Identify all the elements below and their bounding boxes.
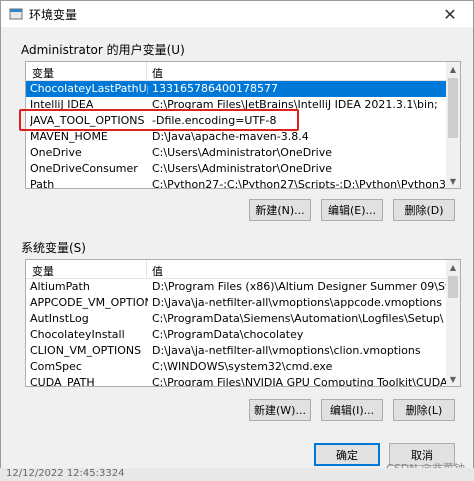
- system-variables-label: 系统变量(S): [21, 241, 86, 255]
- variable-name: APPCODE_VM_OPTIONS: [30, 296, 148, 309]
- variable-value: C:\Program Files\NVIDIA GPU Computing To…: [152, 376, 446, 387]
- table-row[interactable]: MAVEN_HOME D:\Java\apache-maven-3.8.4: [26, 129, 446, 145]
- list-header: 变量 值: [26, 62, 460, 81]
- scrollbar-thumb[interactable]: [448, 276, 458, 298]
- table-row[interactable]: ComSpec C:\WINDOWS\system32\cmd.exe: [26, 359, 446, 375]
- variable-value: C:\Users\Administrator\OneDrive: [152, 146, 333, 159]
- background-strip-text: 12/12/2022 12:45:3324: [6, 468, 125, 479]
- user-variables-label: Administrator 的用户变量(U): [21, 43, 185, 57]
- close-button[interactable]: ✕: [427, 1, 473, 27]
- table-row[interactable]: Path C:\Python27-;C:\Python27\Scripts-;D:…: [26, 177, 446, 189]
- table-row[interactable]: AutInstLog C:\ProgramData\Siemens\Automat…: [26, 311, 446, 327]
- vertical-scrollbar[interactable]: ▲ ▼: [446, 260, 460, 386]
- variable-name: CLION_VM_OPTIONS: [30, 344, 142, 357]
- table-row[interactable]: OneDrive C:\Users\Administrator\OneDrive: [26, 145, 446, 161]
- scrollbar-thumb[interactable]: [448, 78, 458, 138]
- list-header: 变量 值: [26, 260, 460, 279]
- variable-name: Path: [30, 178, 55, 189]
- table-row[interactable]: APPCODE_VM_OPTIONS D:\Java\ja-netfilter-a…: [26, 295, 446, 311]
- variable-value: C:\Python27-;C:\Python27\Scripts-;D:\Pyt…: [152, 178, 446, 189]
- variable-value: C:\WINDOWS\system32\cmd.exe: [152, 360, 333, 373]
- system-new-button[interactable]: 新建(W)...: [249, 399, 311, 421]
- variable-name: ComSpec: [30, 360, 82, 373]
- variable-name: AltiumPath: [30, 280, 90, 293]
- variable-name: MAVEN_HOME: [30, 130, 108, 143]
- scroll-down-icon[interactable]: ▼: [446, 372, 460, 386]
- variable-value: 133165786400178577: [152, 82, 278, 95]
- table-row[interactable]: CUDA_PATH C:\Program Files\NVIDIA GPU Com…: [26, 375, 446, 387]
- variable-name: OneDrive: [30, 146, 82, 159]
- window-icon: [9, 7, 23, 21]
- scroll-up-icon[interactable]: ▲: [446, 260, 460, 274]
- variable-value: D:\Program Files (x86)\Altium Designer S…: [152, 280, 446, 293]
- table-row[interactable]: CLION_VM_OPTIONS D:\Java\ja-netfilter-all…: [26, 343, 446, 359]
- environment-variables-dialog: 环境变量 ✕ Administrator 的用户变量(U) 变量 值 Choco…: [0, 0, 474, 481]
- user-edit-button[interactable]: 编辑(E)...: [321, 199, 383, 221]
- variable-value: C:\Users\Administrator\OneDrive: [152, 162, 333, 175]
- system-edit-button[interactable]: 编辑(I)...: [321, 399, 383, 421]
- window-title: 环境变量: [29, 8, 78, 22]
- annotation-highlight-box: [19, 109, 299, 131]
- column-header-value[interactable]: 值: [152, 263, 163, 279]
- ok-button[interactable]: 确定: [314, 443, 380, 466]
- background-window-strip: 12/12/2022 12:45:3324: [0, 468, 474, 481]
- header-separator: [146, 62, 147, 80]
- variable-name: CUDA_PATH: [30, 376, 95, 387]
- table-row[interactable]: OneDriveConsumer C:\Users\Administrator\O…: [26, 161, 446, 177]
- user-rows: ChocolateyLastPathUpdate 1331657864001785…: [26, 81, 446, 189]
- user-delete-button[interactable]: 删除(D): [393, 199, 455, 221]
- system-variables-list[interactable]: 变量 值 AltiumPath D:\Program Files (x86)\Al…: [25, 259, 461, 387]
- table-row[interactable]: AltiumPath D:\Program Files (x86)\Altium …: [26, 279, 446, 295]
- variable-name: ChocolateyInstall: [30, 328, 125, 341]
- column-header-name[interactable]: 变量: [32, 263, 54, 279]
- scroll-down-icon[interactable]: ▼: [446, 174, 460, 188]
- column-header-name[interactable]: 变量: [32, 65, 54, 81]
- variable-name: AutInstLog: [30, 312, 89, 325]
- variable-value: D:\Java\ja-netfilter-all\vmoptions\appco…: [152, 296, 442, 309]
- variable-value: C:\ProgramData\Siemens\Automation\Logfil…: [152, 312, 444, 325]
- table-row[interactable]: ChocolateyInstall C:\ProgramData\chocolat…: [26, 327, 446, 343]
- variable-name: OneDriveConsumer: [30, 162, 138, 175]
- variable-name: ChocolateyLastPathUpdate: [30, 82, 148, 95]
- system-delete-button[interactable]: 删除(L): [393, 399, 455, 421]
- close-icon: ✕: [443, 4, 457, 24]
- table-row[interactable]: ChocolateyLastPathUpdate 1331657864001785…: [26, 81, 446, 97]
- variable-value: D:\Java\apache-maven-3.8.4: [152, 130, 309, 143]
- scroll-up-icon[interactable]: ▲: [446, 62, 460, 76]
- variable-value: C:\ProgramData\chocolatey: [152, 328, 304, 341]
- variable-value: D:\Java\ja-netfilter-all\vmoptions\clion…: [152, 344, 421, 357]
- column-header-value[interactable]: 值: [152, 65, 163, 81]
- system-rows: AltiumPath D:\Program Files (x86)\Altium …: [26, 279, 446, 387]
- vertical-scrollbar[interactable]: ▲ ▼: [446, 62, 460, 188]
- header-separator: [146, 260, 147, 278]
- user-new-button[interactable]: 新建(N)...: [249, 199, 311, 221]
- title-bar: 环境变量 ✕: [1, 1, 473, 27]
